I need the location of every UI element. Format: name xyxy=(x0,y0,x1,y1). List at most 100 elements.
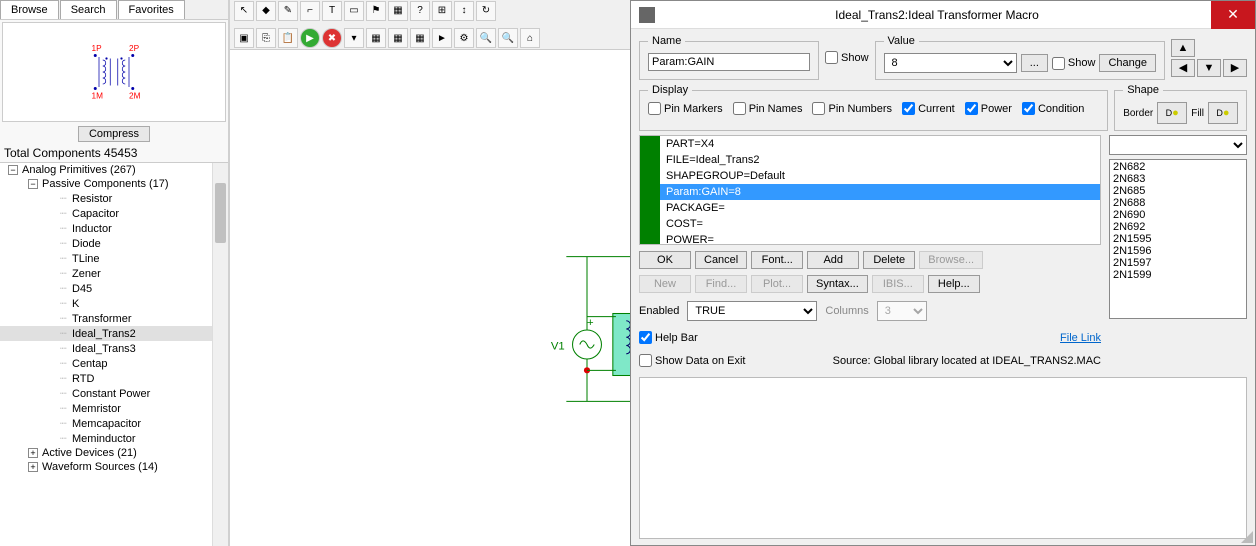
tool-icon[interactable]: ▾ xyxy=(344,28,364,48)
tab-browse[interactable]: Browse xyxy=(0,0,59,19)
tree-item-memcapacitor[interactable]: ┈Memcapacitor xyxy=(0,416,228,431)
close-button[interactable]: ✕ xyxy=(1211,1,1255,29)
tool-icon[interactable]: ⚙ xyxy=(454,28,474,48)
tool-icon[interactable]: ▦ xyxy=(388,28,408,48)
stop-icon[interactable]: ✖ xyxy=(322,28,342,48)
compress-button[interactable]: Compress xyxy=(78,126,150,142)
up-arrow-button[interactable]: ▲ xyxy=(1171,39,1195,57)
tool-icon[interactable]: ► xyxy=(432,28,452,48)
part-item[interactable]: 2N692 xyxy=(1111,221,1245,233)
add-button[interactable]: Add xyxy=(807,251,859,269)
zoom-out-icon[interactable]: 🔍 xyxy=(498,28,518,48)
attribute-row[interactable]: Param:GAIN=8 xyxy=(660,184,1100,200)
tree-item-k[interactable]: ┈K xyxy=(0,296,228,311)
part-item[interactable]: 2N688 xyxy=(1111,197,1245,209)
attribute-row[interactable]: COST= xyxy=(660,216,1100,232)
tool-wire-icon[interactable]: ⌐ xyxy=(300,1,320,21)
tree-group-active[interactable]: Active Devices (21) xyxy=(42,447,137,459)
left-arrow-button[interactable]: ◀ xyxy=(1171,59,1195,77)
tree-item-centap[interactable]: ┈Centap xyxy=(0,356,228,371)
part-filter-select[interactable] xyxy=(1109,135,1247,155)
enabled-select[interactable]: TRUE xyxy=(687,301,817,321)
tool-icon[interactable]: ▦ xyxy=(366,28,386,48)
part-list[interactable]: 2N6822N6832N6852N6882N6902N6922N15952N15… xyxy=(1109,159,1247,319)
tree-group-passive[interactable]: Passive Components (17) xyxy=(42,178,169,190)
tree-item-d45[interactable]: ┈D45 xyxy=(0,281,228,296)
tool-icon[interactable]: ✎ xyxy=(278,1,298,21)
power-checkbox[interactable] xyxy=(965,102,978,115)
fill-shape-button[interactable]: D● xyxy=(1208,102,1238,124)
tree-item-resistor[interactable]: ┈Resistor xyxy=(0,191,228,206)
tree-item-tline[interactable]: ┈TLine xyxy=(0,251,228,266)
part-item[interactable]: 2N1599 xyxy=(1111,269,1245,281)
name-show-checkbox[interactable] xyxy=(825,51,838,64)
zoom-in-icon[interactable]: 🔍 xyxy=(476,28,496,48)
border-shape-button[interactable]: D● xyxy=(1157,102,1187,124)
value-select[interactable]: 8 xyxy=(884,53,1017,73)
cancel-button[interactable]: Cancel xyxy=(695,251,747,269)
pin-markers-checkbox[interactable] xyxy=(648,102,661,115)
part-item[interactable]: 2N682 xyxy=(1111,161,1245,173)
tool-flag-icon[interactable]: ⚑ xyxy=(366,1,386,21)
tree-item-rtd[interactable]: ┈RTD xyxy=(0,371,228,386)
pin-numbers-checkbox[interactable] xyxy=(812,102,825,115)
part-item[interactable]: 2N683 xyxy=(1111,173,1245,185)
down-arrow-button[interactable]: ▼ xyxy=(1197,59,1221,77)
collapse-icon[interactable]: − xyxy=(28,179,38,189)
attribute-row[interactable]: PART=X4 xyxy=(660,136,1100,152)
tool-icon[interactable]: ◆ xyxy=(256,1,276,21)
tool-icon[interactable]: ? xyxy=(410,1,430,21)
tree-item-inductor[interactable]: ┈Inductor xyxy=(0,221,228,236)
expand-icon[interactable]: + xyxy=(28,462,38,472)
tree-item-meminductor[interactable]: ┈Meminductor xyxy=(0,431,228,446)
tree-item-zener[interactable]: ┈Zener xyxy=(0,266,228,281)
tree-group-analog[interactable]: Analog Primitives (267) xyxy=(22,164,136,176)
tool-cursor-icon[interactable]: ↖ xyxy=(234,1,254,21)
syntax-button[interactable]: Syntax... xyxy=(807,275,868,293)
part-item[interactable]: 2N1596 xyxy=(1111,245,1245,257)
show-data-checkbox[interactable] xyxy=(639,354,652,367)
part-item[interactable]: 2N1595 xyxy=(1111,233,1245,245)
tool-paste-icon[interactable]: 📋 xyxy=(278,28,298,48)
helpbar-checkbox[interactable] xyxy=(639,331,652,344)
attribute-row[interactable]: PACKAGE= xyxy=(660,200,1100,216)
tab-search[interactable]: Search xyxy=(60,0,117,19)
part-item[interactable]: 2N690 xyxy=(1111,209,1245,221)
tree-item-constant-power[interactable]: ┈Constant Power xyxy=(0,386,228,401)
tree-scrollbar[interactable] xyxy=(212,163,228,546)
resize-grip[interactable] xyxy=(1239,529,1253,543)
tree-item-diode[interactable]: ┈Diode xyxy=(0,236,228,251)
component-tree[interactable]: −Analog Primitives (267) −Passive Compon… xyxy=(0,162,228,546)
value-ellipsis-button[interactable]: ... xyxy=(1021,54,1048,72)
attribute-row[interactable]: FILE=Ideal_Trans2 xyxy=(660,152,1100,168)
delete-button[interactable]: Delete xyxy=(863,251,915,269)
dialog-titlebar[interactable]: Ideal_Trans2:Ideal Transformer Macro ✕ xyxy=(631,1,1255,29)
condition-checkbox[interactable] xyxy=(1022,102,1035,115)
tool-icon[interactable]: ▦ xyxy=(388,1,408,21)
tool-icon[interactable]: ▭ xyxy=(344,1,364,21)
expand-icon[interactable]: + xyxy=(28,448,38,458)
help-button[interactable]: Help... xyxy=(928,275,980,293)
tree-item-capacitor[interactable]: ┈Capacitor xyxy=(0,206,228,221)
tool-icon[interactable]: ⊞ xyxy=(432,1,452,21)
tree-item-ideal-trans3[interactable]: ┈Ideal_Trans3 xyxy=(0,341,228,356)
font-button[interactable]: Font... xyxy=(751,251,803,269)
right-arrow-button[interactable]: ▶ xyxy=(1223,59,1247,77)
part-item[interactable]: 2N685 xyxy=(1111,185,1245,197)
attributes-list[interactable]: PART=X4FILE=Ideal_Trans2SHAPEGROUP=Defau… xyxy=(639,135,1101,245)
part-item[interactable]: 2N1597 xyxy=(1111,257,1245,269)
name-input[interactable] xyxy=(648,53,810,71)
tree-item-transformer[interactable]: ┈Transformer xyxy=(0,311,228,326)
pin-names-checkbox[interactable] xyxy=(733,102,746,115)
value-show-checkbox[interactable] xyxy=(1052,57,1065,70)
tool-text-icon[interactable]: T xyxy=(322,1,342,21)
tool-icon[interactable]: ⌂ xyxy=(520,28,540,48)
current-checkbox[interactable] xyxy=(902,102,915,115)
file-link[interactable]: File Link xyxy=(1060,332,1101,344)
tool-icon[interactable]: ↻ xyxy=(476,1,496,21)
tree-item-ideal-trans2[interactable]: ┈Ideal_Trans2 xyxy=(0,326,228,341)
change-button[interactable]: Change xyxy=(1099,54,1156,72)
tool-icon[interactable]: ▣ xyxy=(234,28,254,48)
tree-item-memristor[interactable]: ┈Memristor xyxy=(0,401,228,416)
tool-copy-icon[interactable]: ⎘ xyxy=(256,28,276,48)
